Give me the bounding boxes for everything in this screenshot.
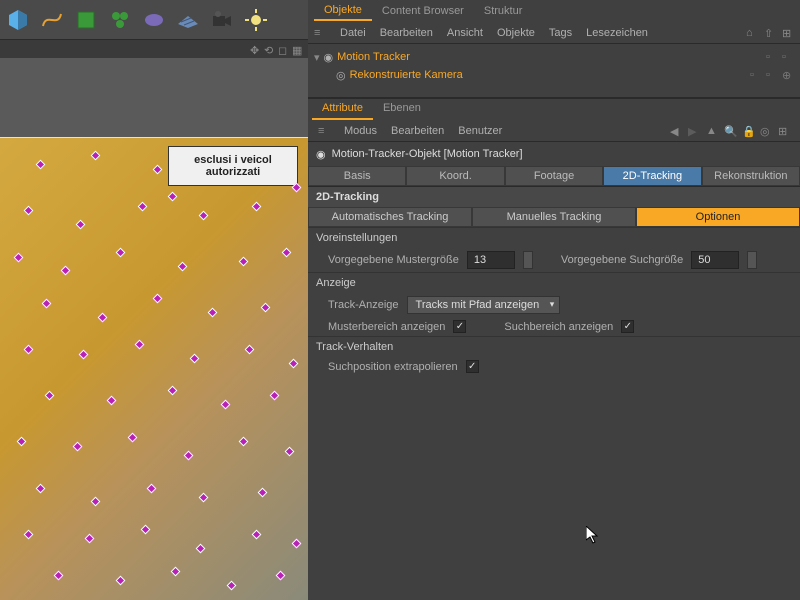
menu-datei[interactable]: Datei xyxy=(340,27,366,39)
panel-menu-icon[interactable]: ≡ xyxy=(314,27,326,39)
target-icon[interactable]: ⊕ xyxy=(782,69,794,81)
row-track-anzeige: Track-Anzeige Tracks mit Pfad anzeigen xyxy=(308,293,800,317)
tab-content-browser[interactable]: Content Browser xyxy=(372,2,474,20)
search-icon[interactable]: 🔍 xyxy=(724,125,736,137)
suchbereich-checkbox[interactable]: ✓ xyxy=(621,320,634,333)
group-anzeige: Anzeige xyxy=(308,272,800,293)
render-icon[interactable]: ▫ xyxy=(782,51,794,63)
tab-objekte[interactable]: Objekte xyxy=(314,1,372,21)
viewport[interactable]: esclusi i veicol autorizzati xyxy=(0,58,308,600)
nav-up-icon[interactable]: ▲ xyxy=(706,125,718,137)
viewport-mini-icons: ✥ ⟲ ◻ ▦ xyxy=(0,40,308,58)
tracking-mode-tabs: Automatisches Tracking Manuelles Trackin… xyxy=(308,207,800,227)
tracktab-auto[interactable]: Automatisches Tracking xyxy=(308,207,472,227)
motion-tracker-icon: ◉ xyxy=(324,51,334,64)
render-icon[interactable]: ▫ xyxy=(766,69,778,81)
camera-tool-icon[interactable] xyxy=(208,6,236,34)
track-anzeige-dropdown[interactable]: Tracks mit Pfad anzeigen xyxy=(407,296,561,314)
menu-ansicht[interactable]: Ansicht xyxy=(447,27,483,39)
row-extrapolieren: Suchposition extrapolieren ✓ xyxy=(308,357,800,376)
row-bereich-checks: Musterbereich anzeigen ✓ Suchbereich anz… xyxy=(308,317,800,336)
menu-lesezeichen[interactable]: Lesezeichen xyxy=(586,27,648,39)
musterbereich-label: Musterbereich anzeigen xyxy=(318,321,445,333)
musterbereich-checkbox[interactable]: ✓ xyxy=(453,320,466,333)
subtab-footage[interactable]: Footage xyxy=(505,166,603,186)
motion-tracker-object-icon: ◉ xyxy=(316,148,326,161)
menu-objekte[interactable]: Objekte xyxy=(497,27,535,39)
menu-bearbeiten[interactable]: Bearbeiten xyxy=(380,27,433,39)
section-2d-tracking: 2D-Tracking xyxy=(308,186,800,207)
tree-root-label[interactable]: Motion Tracker xyxy=(337,51,410,63)
up-icon[interactable]: ⇧ xyxy=(764,27,776,39)
spline-tool-icon[interactable] xyxy=(38,6,66,34)
group-verhalten: Track-Verhalten xyxy=(308,336,800,357)
expand-panel-icon[interactable]: ⊞ xyxy=(782,27,794,39)
expand-icon[interactable]: ◻ xyxy=(278,44,288,54)
link-icon[interactable]: ⟲ xyxy=(264,44,274,54)
nav-fwd-icon[interactable]: ▶ xyxy=(688,125,700,137)
visibility-icon[interactable]: ▫ xyxy=(766,51,778,63)
home-icon[interactable]: ⌂ xyxy=(746,27,758,39)
pop-icon[interactable]: ⊞ xyxy=(778,125,790,137)
attribute-header-label: Motion-Tracker-Objekt [Motion Tracker] xyxy=(332,148,523,160)
subtab-koord[interactable]: Koord. xyxy=(406,166,504,186)
grid-icon[interactable]: ▦ xyxy=(292,44,302,54)
tree-expand-icon[interactable]: ▾ xyxy=(314,51,320,64)
suchgroesse-input[interactable] xyxy=(691,251,739,269)
tree-child-label[interactable]: Rekonstruierte Kamera xyxy=(350,69,463,81)
track-markers xyxy=(0,138,308,600)
attribute-sub-tabs: Basis Koord. Footage 2D-Tracking Rekonst… xyxy=(308,166,800,186)
tracktab-manuell[interactable]: Manuelles Tracking xyxy=(472,207,636,227)
move-icon[interactable]: ✥ xyxy=(250,44,260,54)
tracktab-optionen[interactable]: Optionen xyxy=(636,207,800,227)
track-anzeige-label: Track-Anzeige xyxy=(318,299,399,311)
tree-row-root[interactable]: ▾ ◉ Motion Tracker ▫ ▫ xyxy=(314,48,794,66)
tab-ebenen[interactable]: Ebenen xyxy=(373,99,431,120)
attr-panel-menu-icon[interactable]: ≡ xyxy=(318,125,330,137)
main-toolbar xyxy=(0,0,308,40)
floor-tool-icon[interactable] xyxy=(174,6,202,34)
attribute-header: ◉ Motion-Tracker-Objekt [Motion Tracker] xyxy=(308,142,800,166)
group-voreinstellungen: Voreinstellungen xyxy=(308,227,800,248)
camera-object-icon: ◎ xyxy=(336,69,346,82)
menu-tags[interactable]: Tags xyxy=(549,27,572,39)
object-tree: ▾ ◉ Motion Tracker ▫ ▫ ◎ Rekonstruierte K… xyxy=(308,44,800,98)
nav-back-icon[interactable]: ◀ xyxy=(670,125,682,137)
attribute-menubar: ≡ Modus Bearbeiten Benutzer ◀ ▶ ▲ 🔍 🔒 ◎ … xyxy=(308,120,800,142)
subtab-rekonstruktion[interactable]: Rekonstruktion xyxy=(702,166,800,186)
tab-struktur[interactable]: Struktur xyxy=(474,2,533,20)
suchbereich-label: Suchbereich anzeigen xyxy=(504,321,613,333)
mustergroesse-spinner[interactable] xyxy=(523,251,533,269)
attr-menu-modus[interactable]: Modus xyxy=(344,125,377,137)
attribute-body-empty xyxy=(308,376,800,600)
boolean-tool-icon[interactable] xyxy=(140,6,168,34)
attr-menu-benutzer[interactable]: Benutzer xyxy=(458,125,502,137)
row-mustergroesse: Vorgegebene Mustergröße Vorgegebene Such… xyxy=(308,248,800,272)
attr-menu-bearbeiten[interactable]: Bearbeiten xyxy=(391,125,444,137)
right-panel: Objekte Content Browser Struktur ≡ Datei… xyxy=(308,0,800,600)
mustergroesse-input[interactable] xyxy=(467,251,515,269)
lock-icon[interactable]: 🔒 xyxy=(742,125,754,137)
visibility-icon[interactable]: ▫ xyxy=(750,69,762,81)
tab-attribute[interactable]: Attribute xyxy=(312,99,373,120)
mustergroesse-label: Vorgegebene Mustergröße xyxy=(318,254,459,266)
extrapolieren-label: Suchposition extrapolieren xyxy=(318,361,458,373)
extrapolieren-checkbox[interactable]: ✓ xyxy=(466,360,479,373)
left-panel: ✥ ⟲ ◻ ▦ esclusi i veicol autorizzati xyxy=(0,0,308,600)
cluster-tool-icon[interactable] xyxy=(106,6,134,34)
subtab-2d-tracking[interactable]: 2D-Tracking xyxy=(603,166,701,186)
objects-menubar: ≡ Datei Bearbeiten Ansicht Objekte Tags … xyxy=(308,22,800,44)
target-icon[interactable]: ◎ xyxy=(760,125,772,137)
cube-tool-icon[interactable] xyxy=(4,6,32,34)
tree-row-child[interactable]: ◎ Rekonstruierte Kamera ▫ ▫ ⊕ xyxy=(314,66,794,84)
attribute-tab-row: Attribute Ebenen xyxy=(308,98,800,120)
subtab-basis[interactable]: Basis xyxy=(308,166,406,186)
nurbs-tool-icon[interactable] xyxy=(72,6,100,34)
light-tool-icon[interactable] xyxy=(242,6,270,34)
footage-image: esclusi i veicol autorizzati xyxy=(0,138,308,600)
objects-tab-row: Objekte Content Browser Struktur xyxy=(308,0,800,22)
suchgroesse-spinner[interactable] xyxy=(747,251,757,269)
suchgroesse-label: Vorgegebene Suchgröße xyxy=(561,254,683,266)
